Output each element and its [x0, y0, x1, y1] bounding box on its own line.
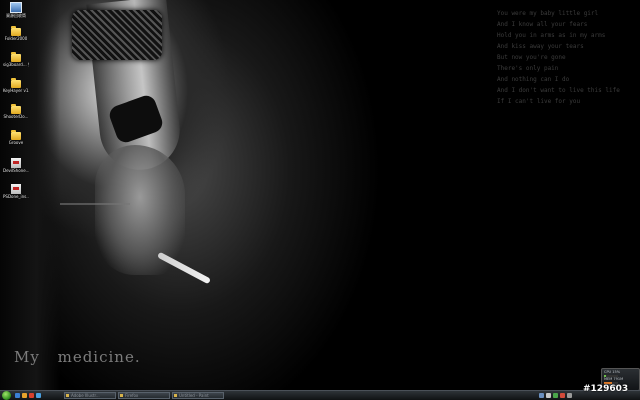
taskbar-button[interactable]: Firefox	[118, 392, 170, 399]
desktop-icon-application[interactable]: PSDone_ins...	[3, 184, 29, 210]
desktop-icon-label: KeyHayer v1.6-23.09	[3, 88, 29, 93]
lyric-line: And I know all your fears	[497, 21, 588, 28]
show-desktop-icon[interactable]	[15, 393, 20, 398]
desktop-icon-application[interactable]: DevilShone...	[3, 158, 29, 184]
browser-icon[interactable]	[29, 393, 34, 398]
folder-icon	[11, 104, 21, 114]
recycle-bin-icon	[10, 2, 22, 13]
desktop-icon-label: 資源回收筒	[6, 13, 26, 18]
monitor-mem-row: MEM 791M	[604, 377, 623, 381]
lyric-line: And nothing can I do	[497, 76, 570, 83]
desktop-icon-folder[interactable]: sig3board... 雪花版	[3, 52, 29, 80]
taskbar-button[interactable]: Untitled - Paint	[172, 392, 224, 399]
wallpaper-studded-cuff	[72, 10, 162, 60]
tray-app-icon[interactable]	[567, 393, 572, 398]
folder-icon	[11, 26, 21, 36]
lyric-line: If I can't live for you	[497, 98, 581, 105]
mem-value: 791M	[613, 377, 624, 381]
explorer-icon[interactable]	[22, 393, 27, 398]
desktop-icon-label: DevilShone...	[3, 168, 29, 173]
desktop-icon-folder[interactable]: Folder2000	[3, 26, 29, 54]
desktop-icon-label: sig3board... 雪花版	[3, 62, 29, 67]
tray-app-icon[interactable]	[560, 393, 565, 398]
desktop-icon-folder[interactable]: KeyHayer v1.6-23.09	[3, 78, 29, 106]
lyric-line: Hold you in arms as in my arms	[497, 32, 606, 39]
wallpaper-line	[60, 203, 130, 205]
desktop-icon-label: Groove	[8, 140, 24, 145]
start-button[interactable]	[2, 391, 11, 400]
network-icon[interactable]	[539, 393, 544, 398]
media-player-icon[interactable]	[36, 393, 41, 398]
desktop-icon-label: PSDone_ins...	[3, 194, 29, 199]
wallpaper-caption: My medicine.	[14, 348, 141, 366]
desktop-icon-folder[interactable]: Groove	[3, 130, 29, 158]
cpu-value: 15%	[612, 370, 621, 374]
volume-icon[interactable]	[546, 393, 551, 398]
desktop-icon-label: ShooterDo...	[3, 114, 29, 119]
application-icon	[11, 158, 21, 168]
application-icon	[11, 184, 21, 194]
desktop-icons: 資源回收筒 Folder2000 sig3board... 雪花版 KeyHay…	[3, 2, 29, 210]
desktop-icon-recycle-bin[interactable]: 資源回收筒	[3, 2, 29, 28]
wallpaper-lyrics: You were my baby little girl And I know …	[497, 8, 620, 107]
desktop-icon-folder[interactable]: ShooterDo...	[3, 104, 29, 132]
taskbar-button[interactable]: Adobe Illustr...	[64, 392, 116, 399]
desktop-wallpaper: You were my baby little girl And I know …	[0, 0, 640, 390]
watermark-text: #129603	[583, 384, 629, 394]
lyric-line: But now you're gone	[497, 54, 566, 61]
folder-icon	[11, 78, 21, 88]
lyric-line: You were my baby little girl	[497, 10, 599, 17]
lyric-line: And I don't want to live this life	[497, 87, 620, 94]
lyric-line: There's only pain	[497, 65, 559, 72]
taskbar: Adobe Illustr... Firefox Untitled - Pain…	[0, 390, 640, 400]
cpu-label: CPU	[604, 370, 612, 374]
folder-icon	[11, 52, 21, 62]
tray-app-icon[interactable]	[553, 393, 558, 398]
desktop-icon-label: Folder2000	[4, 36, 28, 41]
folder-icon	[11, 130, 21, 140]
wallpaper-hand	[95, 145, 185, 275]
lyric-line: And kiss away your tears	[497, 43, 584, 50]
mem-label: MEM	[604, 377, 613, 381]
monitor-cpu-row: CPU 15%	[604, 370, 620, 374]
